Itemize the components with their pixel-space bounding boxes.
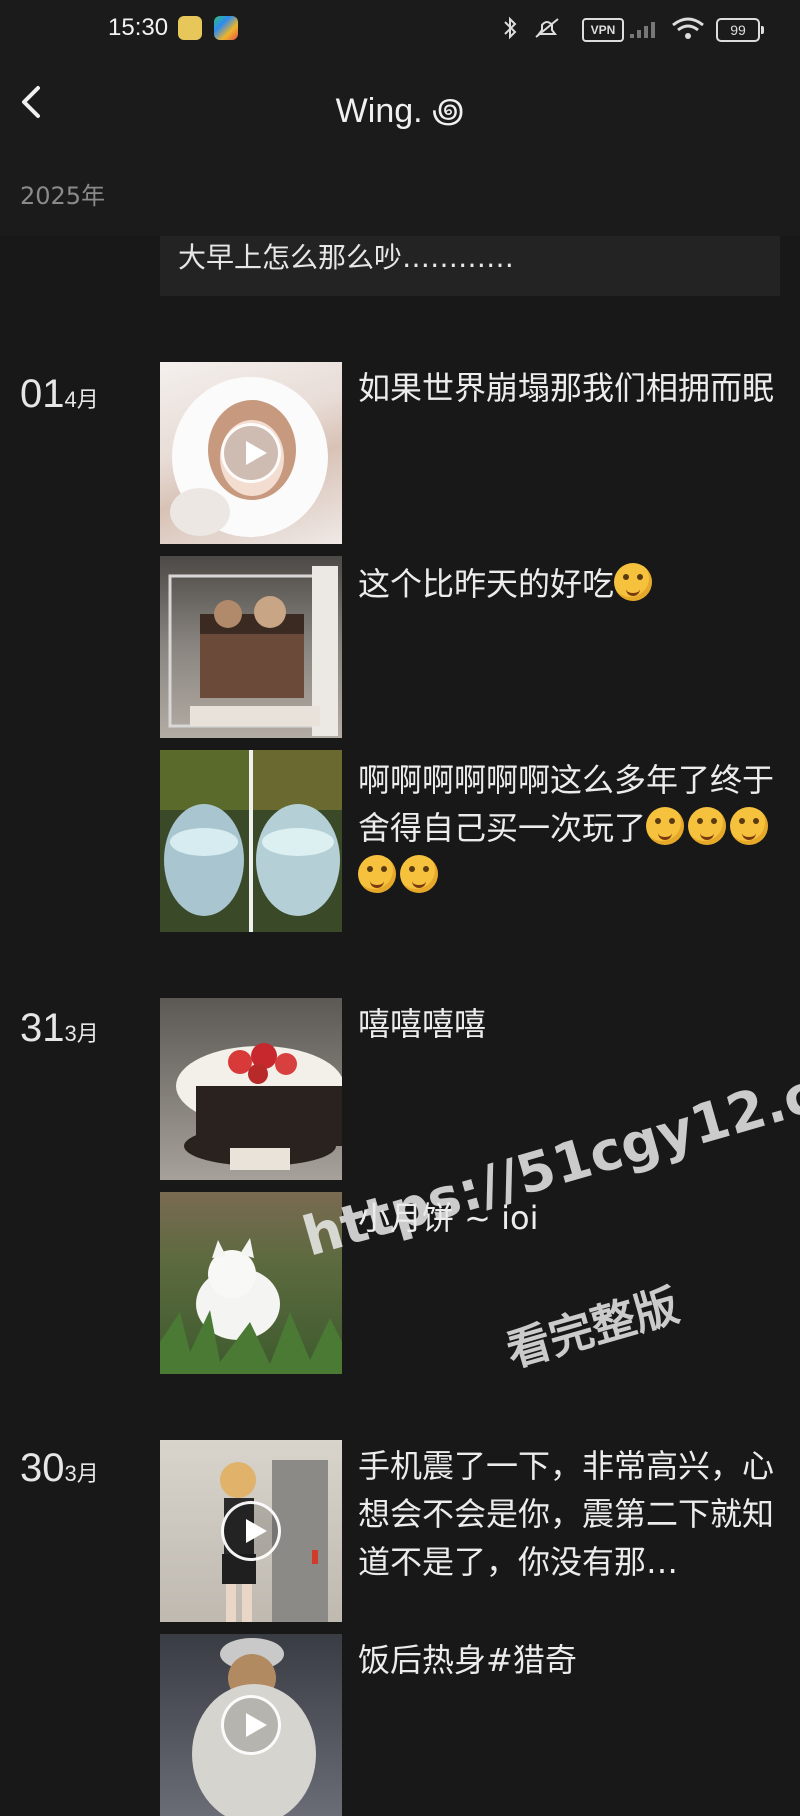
- post-caption[interactable]: 手机震了一下，非常高兴，心想会不会是你，震第二下就知道不是了，你没有那…: [358, 1442, 778, 1586]
- date-day: 01: [20, 372, 65, 416]
- battery-indicator: 99: [716, 18, 764, 42]
- status-bar: 15:30 VPN 99: [0, 0, 800, 60]
- post-thumbnail[interactable]: [160, 998, 342, 1180]
- page-title: Wing. ꩜: [335, 92, 465, 130]
- winking-tongue-emoji-icon: [688, 807, 727, 845]
- date-month: 3月: [64, 1461, 99, 1486]
- app-notification-icon: [178, 16, 202, 40]
- post-thumbnail[interactable]: [160, 556, 342, 738]
- caption-text: 嘻嘻嘻嘻: [358, 1005, 487, 1043]
- date-label: 303月: [20, 1446, 99, 1491]
- caption-text: 如果世界崩塌那我们相拥而眠: [358, 369, 775, 407]
- date-day: 30: [20, 1446, 65, 1490]
- status-time: 15:30: [108, 14, 169, 41]
- post-caption[interactable]: 这个比昨天的好吃: [358, 560, 778, 608]
- post-caption[interactable]: 如果世界崩塌那我们相拥而眠: [358, 364, 778, 412]
- wifi-icon: [672, 17, 704, 39]
- post-caption[interactable]: 饭后热身#猎奇: [358, 1636, 778, 1684]
- previous-text-post[interactable]: 大早上怎么那么吵…………: [160, 236, 780, 296]
- post-thumbnail[interactable]: [160, 1634, 342, 1816]
- thumbnail-image: [160, 750, 342, 932]
- app-notification-icon-2: [214, 16, 238, 40]
- date-label: 014月: [20, 372, 99, 417]
- mute-bell-icon: [535, 18, 559, 38]
- caption-text: 饭后热身#猎奇: [358, 1641, 577, 1679]
- post-caption[interactable]: 啊啊啊啊啊啊这么多年了终于舍得自己买一次玩了: [358, 756, 778, 900]
- play-icon: [221, 423, 281, 483]
- caption-text: 这个比昨天的好吃: [358, 565, 615, 603]
- previous-post-text: 大早上怎么那么吵…………: [178, 241, 515, 274]
- post-thumbnail[interactable]: [160, 1440, 342, 1622]
- date-month: 4月: [64, 387, 99, 412]
- post-thumbnail[interactable]: [160, 362, 342, 544]
- post-thumbnail[interactable]: [160, 750, 342, 932]
- play-icon: [221, 1695, 281, 1755]
- signal-icon: [630, 22, 655, 38]
- play-icon: [221, 1501, 281, 1561]
- bluetooth-icon: [504, 16, 517, 40]
- vpn-badge: VPN: [582, 18, 624, 42]
- kissing-emoji-icon: [358, 855, 396, 893]
- winking-tongue-emoji-icon: [646, 807, 685, 845]
- date-month: 3月: [64, 1021, 99, 1046]
- caption-text: 手机震了一下，非常高兴，心想会不会是你，震第二下就知道不是了，你没有那…: [358, 1447, 775, 1581]
- thumbnail-image: [176, 1043, 342, 1170]
- date-day: 31: [20, 1006, 65, 1050]
- smile-emoji-icon: [614, 563, 653, 601]
- kissing-emoji-icon: [400, 855, 438, 893]
- post-caption[interactable]: 嘻嘻嘻嘻: [358, 1000, 778, 1048]
- year-label: 2025年: [20, 182, 106, 210]
- thumbnail-image: [168, 566, 338, 736]
- watermark-text: 看完整版: [501, 1280, 685, 1378]
- date-label: 313月: [20, 1006, 99, 1051]
- kissing-emoji-icon: [730, 807, 769, 845]
